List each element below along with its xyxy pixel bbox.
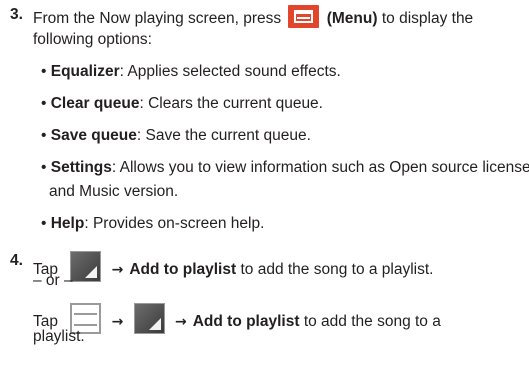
step-4-line-4: playlist.: [33, 328, 85, 345]
bullet-desc: : Applies selected sound effects.: [119, 63, 341, 80]
bullet-help: • Help: Provides on-screen help.: [41, 215, 265, 232]
bullet-term: Clear queue: [50, 95, 140, 112]
step-3-text: From the Now playing screen, press: [33, 10, 282, 27]
bullet-desc: : Save the current queue.: [136, 127, 311, 144]
menu-icon: [288, 5, 320, 28]
bullet-settings: • Settings: Allows you to view informati…: [41, 158, 529, 178]
step-3-line-2: following options:: [33, 31, 152, 48]
step-4-text-post-2: to add the song to a: [303, 313, 441, 330]
step-4-line-1: Tap → Add to playlist to add the song to …: [33, 251, 434, 282]
menu-label: (Menu): [326, 10, 378, 27]
arrow-icon: →: [111, 314, 124, 330]
step-3-line-1: From the Now playing screen, press (Menu…: [33, 5, 473, 29]
bullet-term: Settings: [50, 159, 112, 176]
bullet-term: Save queue: [50, 127, 137, 144]
bullet-save-queue: • Save queue: Save the current queue.: [41, 127, 311, 144]
bullet-desc: : Clears the current queue.: [139, 95, 323, 112]
bullet-desc: : Provides on-screen help.: [84, 215, 265, 232]
step-4-text-post: to add the song to a playlist.: [240, 261, 434, 278]
bullet-term: Equalizer: [50, 63, 120, 80]
bullet-equalizer: • Equalizer: Applies selected sound effe…: [41, 63, 341, 80]
arrow-icon: →: [174, 314, 187, 330]
step-3-number: 3.: [10, 6, 23, 23]
arrow-icon: →: [111, 262, 124, 278]
bullet-settings-continued: and Music version.: [49, 183, 179, 200]
bullet-desc: : Allows you to view information such as…: [111, 159, 529, 176]
or-separator: – or –: [33, 272, 73, 289]
step-4-line-3: Tap → → Add to playlist to add the song t…: [33, 303, 441, 334]
overflow-icon: [133, 303, 165, 334]
step-3-text-post: to display the: [381, 10, 474, 27]
overflow-icon: [70, 251, 102, 282]
add-to-playlist-label: Add to playlist: [129, 261, 237, 278]
step-4-number: 4.: [10, 252, 23, 269]
bullet-term: Help: [50, 215, 85, 232]
bullet-clear-queue: • Clear queue: Clears the current queue.: [41, 95, 323, 112]
add-to-playlist-label: Add to playlist: [192, 313, 300, 330]
